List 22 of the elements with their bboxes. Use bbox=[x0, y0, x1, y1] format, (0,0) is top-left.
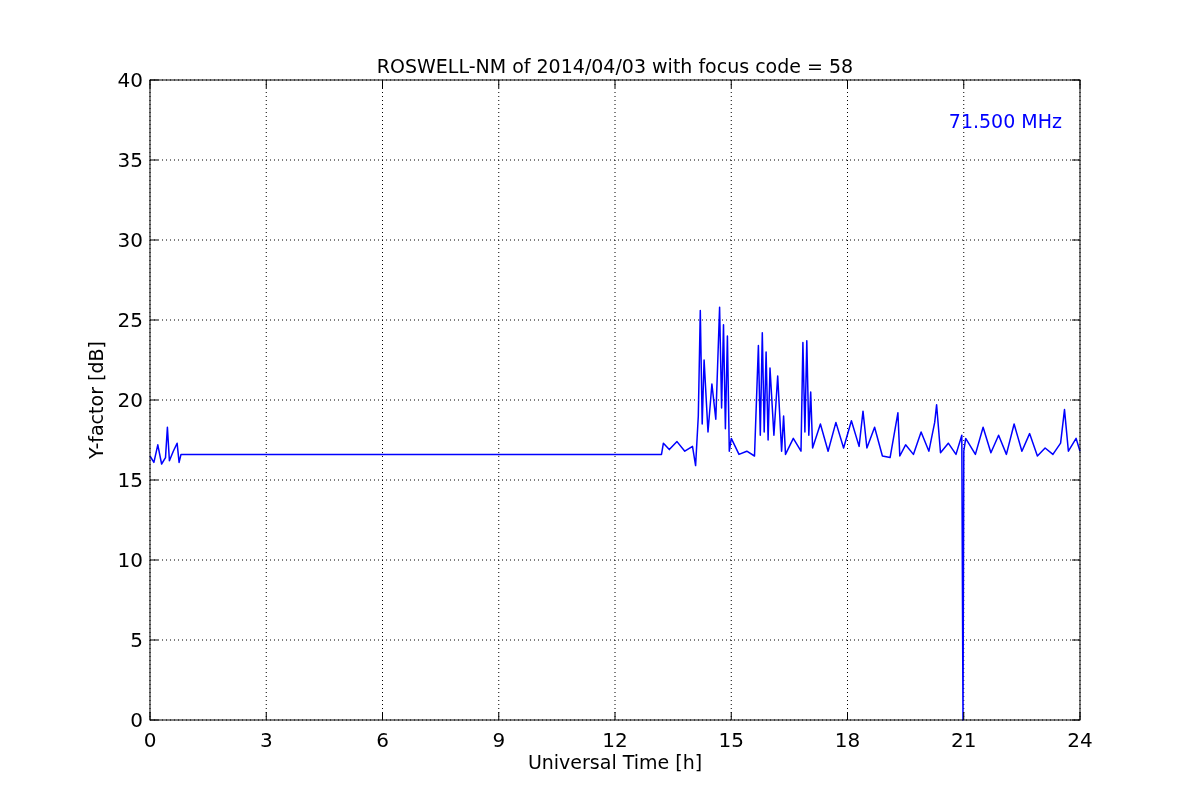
y-tick-label: 0 bbox=[130, 708, 143, 732]
x-tick-label: 18 bbox=[834, 728, 861, 752]
y-tick-label: 35 bbox=[117, 148, 143, 172]
y-tick-label: 10 bbox=[117, 548, 143, 572]
x-tick-label: 15 bbox=[718, 728, 744, 752]
chart-title: ROSWELL-NM of 2014/04/03 with focus code = 58 bbox=[376, 55, 854, 77]
y-tick-label: 40 bbox=[117, 68, 143, 92]
y-axis-label: Y-factor [dB] bbox=[85, 341, 107, 459]
x-tick-label: 3 bbox=[259, 728, 273, 752]
x-tick-label: 6 bbox=[376, 728, 389, 752]
x-tick-label: 21 bbox=[951, 728, 977, 752]
x-tick-label: 12 bbox=[602, 728, 628, 752]
series-label: 71.500 MHz bbox=[948, 110, 1062, 132]
y-tick-label: 25 bbox=[117, 308, 143, 332]
x-tick-label: 24 bbox=[1067, 728, 1093, 752]
y-tick-label: 15 bbox=[117, 468, 143, 492]
y-tick-label: 5 bbox=[130, 628, 143, 652]
x-tick-label: 9 bbox=[492, 728, 506, 752]
x-axis-label: Universal Time [h] bbox=[527, 751, 703, 773]
y-tick-label: 30 bbox=[117, 228, 143, 252]
x-tick-label: 0 bbox=[143, 728, 157, 752]
y-tick-label: 20 bbox=[117, 388, 143, 412]
